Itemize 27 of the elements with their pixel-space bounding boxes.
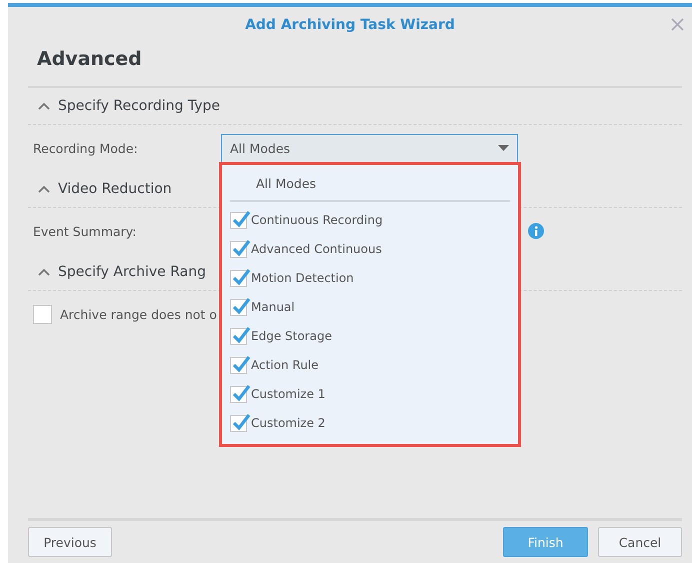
- section-title: Specify Archive Rang: [58, 264, 206, 280]
- option-label[interactable]: Continuous Recording: [251, 213, 383, 228]
- close-icon[interactable]: [671, 18, 684, 31]
- collapse-icon[interactable]: [38, 102, 50, 110]
- option-label[interactable]: Manual: [251, 300, 295, 314]
- checkbox[interactable]: [33, 304, 52, 324]
- field-label: Recording Mode:: [33, 140, 139, 156]
- section-title: Video Reduction: [58, 181, 172, 197]
- option-label[interactable]: Action Rule: [251, 358, 319, 372]
- page-heading: Advanced: [36, 47, 143, 72]
- collapse-icon[interactable]: [38, 185, 50, 193]
- option-label[interactable]: Motion Detection: [251, 271, 354, 286]
- option-label[interactable]: Advanced Continuous: [251, 242, 382, 256]
- collapse-icon[interactable]: [38, 268, 50, 276]
- option-label[interactable]: Edge Storage: [251, 329, 332, 344]
- mode-select[interactable]: All Modes: [221, 134, 518, 162]
- option-label[interactable]: Customize 1: [251, 387, 326, 402]
- section-title: Specify Recording Type: [58, 98, 220, 114]
- field-label: Event Summary:: [33, 224, 138, 238]
- checkbox-label: Archive range does not o: [60, 306, 217, 322]
- dropdown-arrow-icon: [498, 145, 509, 151]
- info-icon[interactable]: [528, 223, 544, 239]
- menu-header[interactable]: All Modes: [230, 171, 510, 202]
- option-label[interactable]: Customize 2: [251, 416, 326, 430]
- dialog-button[interactable]: Cancel: [598, 527, 682, 557]
- window-title: Add Archiving Task Wizard: [245, 17, 455, 33]
- dialog-button[interactable]: Previous: [28, 527, 112, 557]
